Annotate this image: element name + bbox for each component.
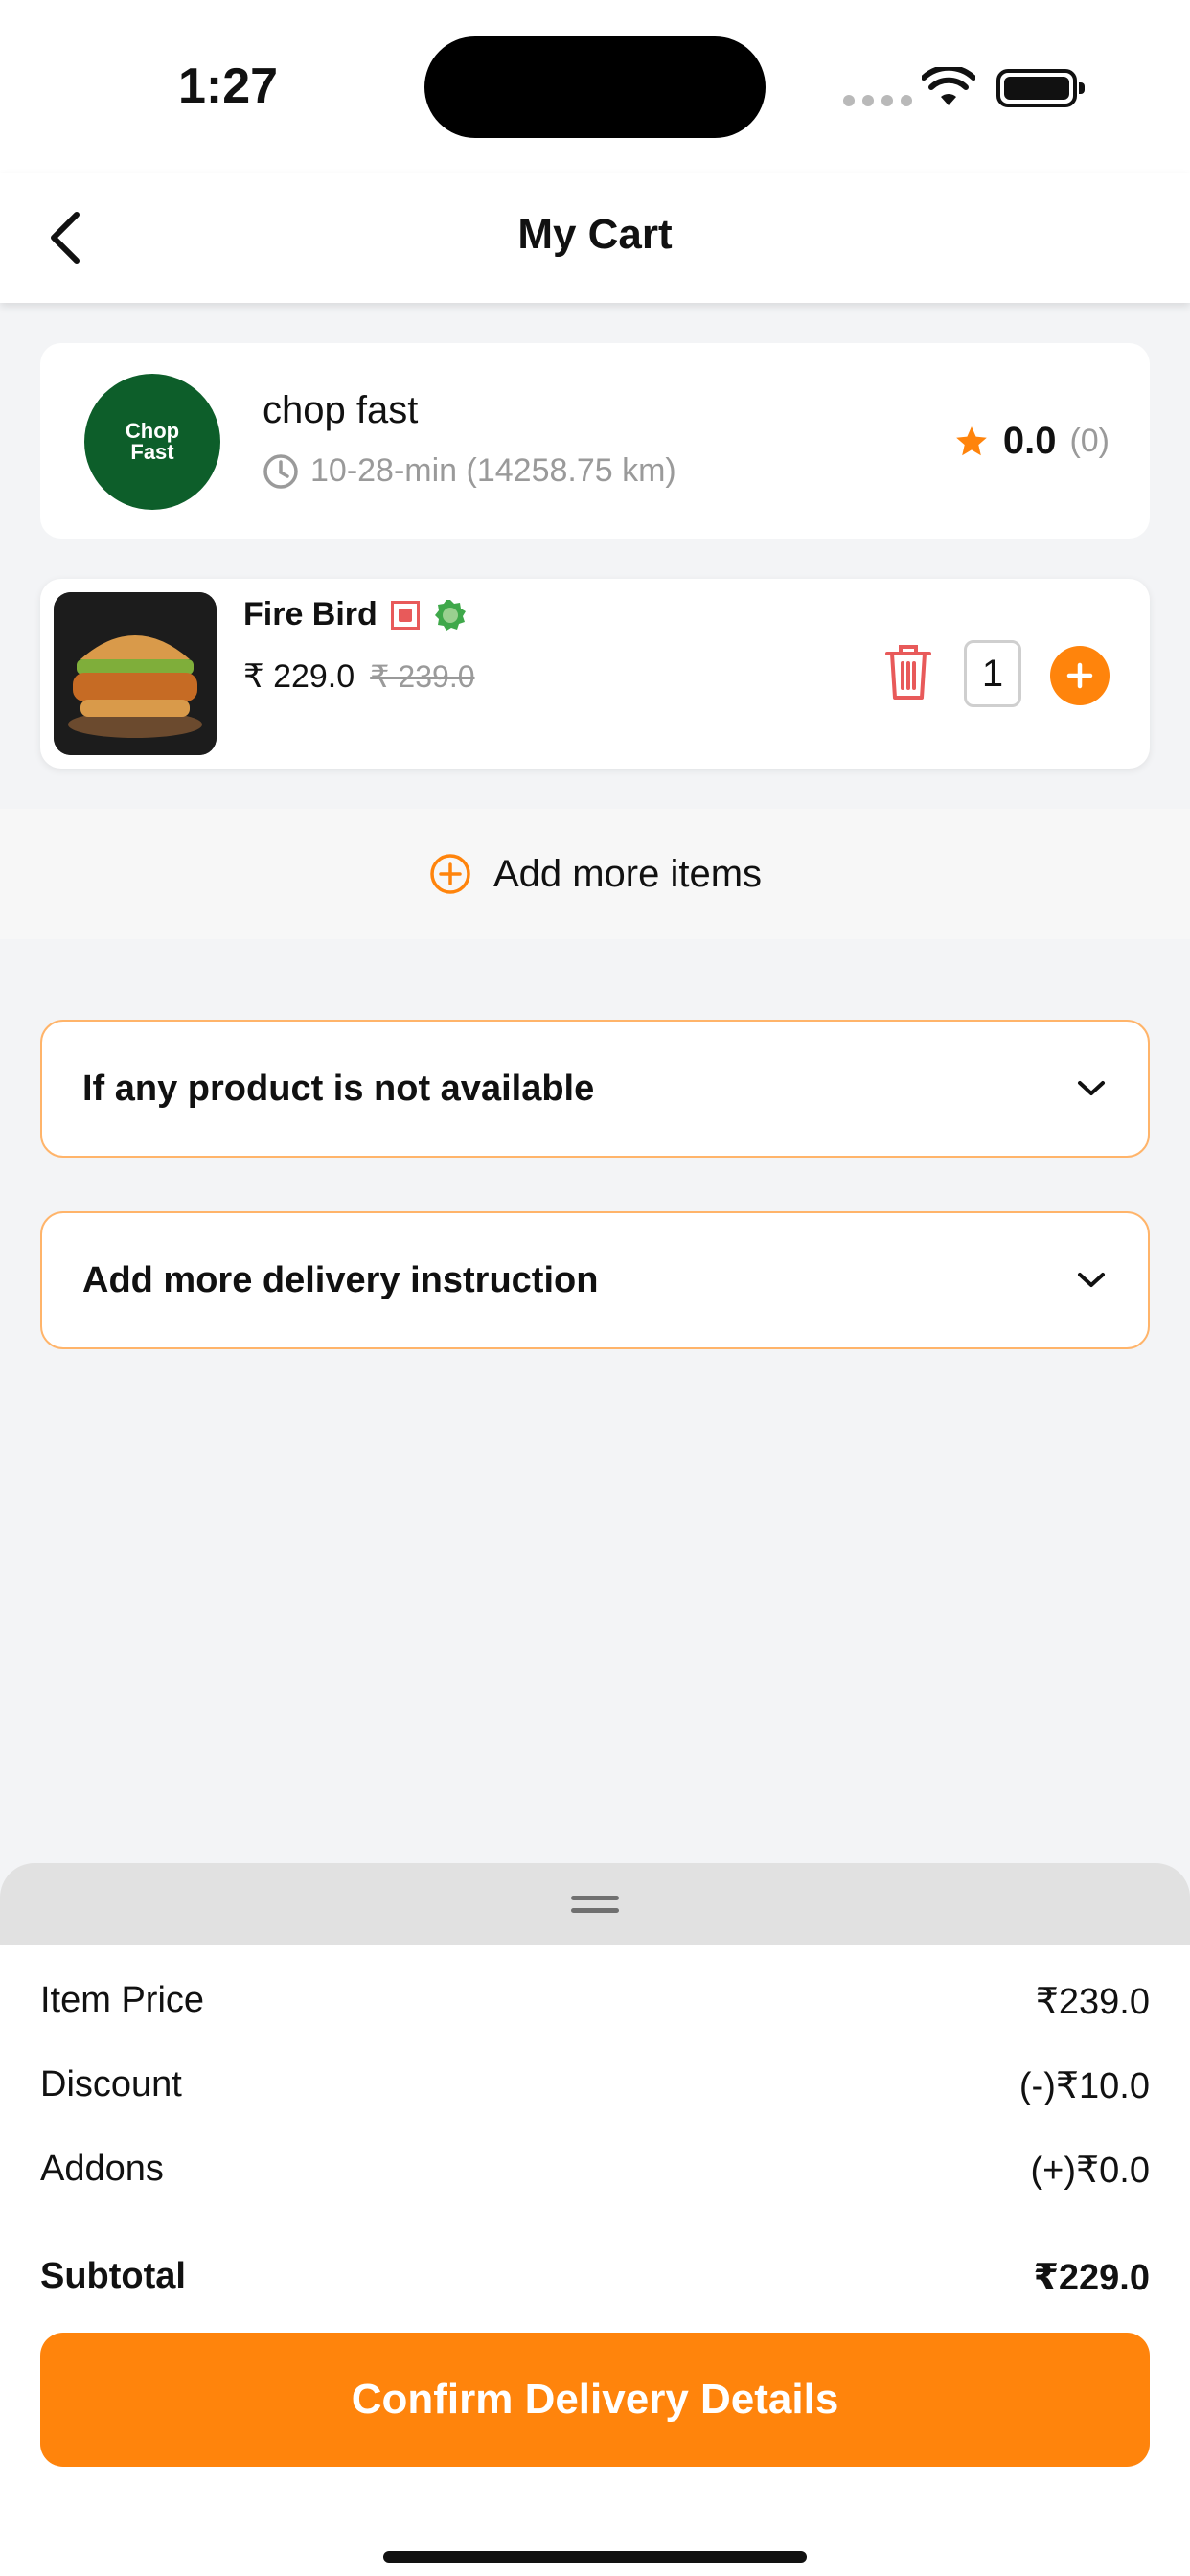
rating-value: 0.0 — [1002, 420, 1057, 462]
wifi-icon — [921, 64, 976, 114]
logo-text-line1: Chop — [125, 419, 180, 443]
delivery-info: 10-28-min (14258.75 km) — [263, 452, 676, 490]
addons-label: Addons — [40, 2149, 164, 2189]
quantity-value: 1 — [964, 640, 1021, 707]
item-price-row: ₹ 229.0 ₹ 239.0 — [243, 657, 475, 696]
dynamic-island — [424, 36, 766, 138]
delivery-time-distance: 10-28-min (14258.75 km) — [310, 452, 676, 489]
item-price-row-summary: Item Price ₹239.0 — [40, 1980, 1150, 2023]
bottom-sheet-handle[interactable] — [0, 1863, 1190, 1945]
product-unavailable-dropdown[interactable]: If any product is not available — [40, 1020, 1150, 1158]
app-header: My Cart — [0, 172, 1190, 303]
chevron-down-icon — [1078, 1273, 1105, 1287]
status-bar: 1:27 — [0, 0, 1190, 172]
delivery-instruction-label: Add more delivery instruction — [82, 1259, 599, 1300]
increase-quantity-button[interactable] — [1050, 646, 1110, 705]
non-veg-icon — [390, 600, 420, 630]
add-more-items-label: Add more items — [492, 852, 763, 895]
status-time: 1:27 — [178, 58, 279, 114]
item-title-row: Fire Bird — [243, 596, 468, 633]
star-icon — [955, 426, 987, 455]
restaurant-name: chop fast — [263, 389, 419, 431]
item-price: ₹ 229.0 — [243, 658, 355, 695]
rating-count: (0) — [1069, 423, 1110, 459]
chevron-down-icon — [1078, 1081, 1105, 1095]
item-original-price: ₹ 239.0 — [370, 659, 475, 694]
discount-value: (-)₹10.0 — [1018, 2066, 1150, 2106]
item-name: Fire Bird — [243, 596, 378, 632]
restaurant-rating: 0.0 (0) — [953, 420, 1110, 463]
halal-badge-icon — [434, 599, 466, 631]
drag-handle-icon — [571, 1896, 619, 1913]
addons-row: Addons (+)₹0.0 — [40, 2149, 1150, 2192]
item-price-label: Item Price — [40, 1980, 205, 2020]
cellular-signal-icon — [843, 95, 912, 106]
addons-value: (+)₹0.0 — [1030, 2150, 1150, 2191]
add-circle-icon — [430, 854, 470, 894]
food-image — [54, 592, 217, 755]
discount-label: Discount — [40, 2064, 182, 2104]
item-price-value: ₹239.0 — [1035, 1982, 1150, 2022]
discount-row: Discount (-)₹10.0 — [40, 2064, 1150, 2107]
trash-icon — [885, 645, 931, 700]
home-indicator — [383, 2551, 807, 2563]
battery-icon — [996, 69, 1085, 107]
subtotal-value: ₹229.0 — [1033, 2258, 1150, 2298]
restaurant-logo: Chop Fast — [84, 374, 220, 510]
logo-text-line2: Fast — [130, 440, 174, 464]
restaurant-card[interactable]: Chop Fast chop fast 10-28-min (14258.75 … — [40, 343, 1150, 539]
subtotal-row: Subtotal ₹229.0 — [40, 2256, 1150, 2299]
subtotal-label: Subtotal — [40, 2256, 186, 2296]
cart-item: Fire Bird ₹ 229.0 ₹ 239.0 1 — [40, 579, 1150, 769]
add-more-items-button[interactable]: Add more items — [0, 809, 1190, 939]
confirm-delivery-button[interactable]: Confirm Delivery Details — [40, 2333, 1150, 2467]
plus-icon — [1066, 662, 1093, 689]
delete-item-button[interactable] — [883, 642, 933, 706]
page-title: My Cart — [517, 211, 673, 258]
delivery-instruction-dropdown[interactable]: Add more delivery instruction — [40, 1211, 1150, 1349]
product-unavailable-label: If any product is not available — [82, 1068, 595, 1109]
clock-icon — [263, 453, 298, 489]
